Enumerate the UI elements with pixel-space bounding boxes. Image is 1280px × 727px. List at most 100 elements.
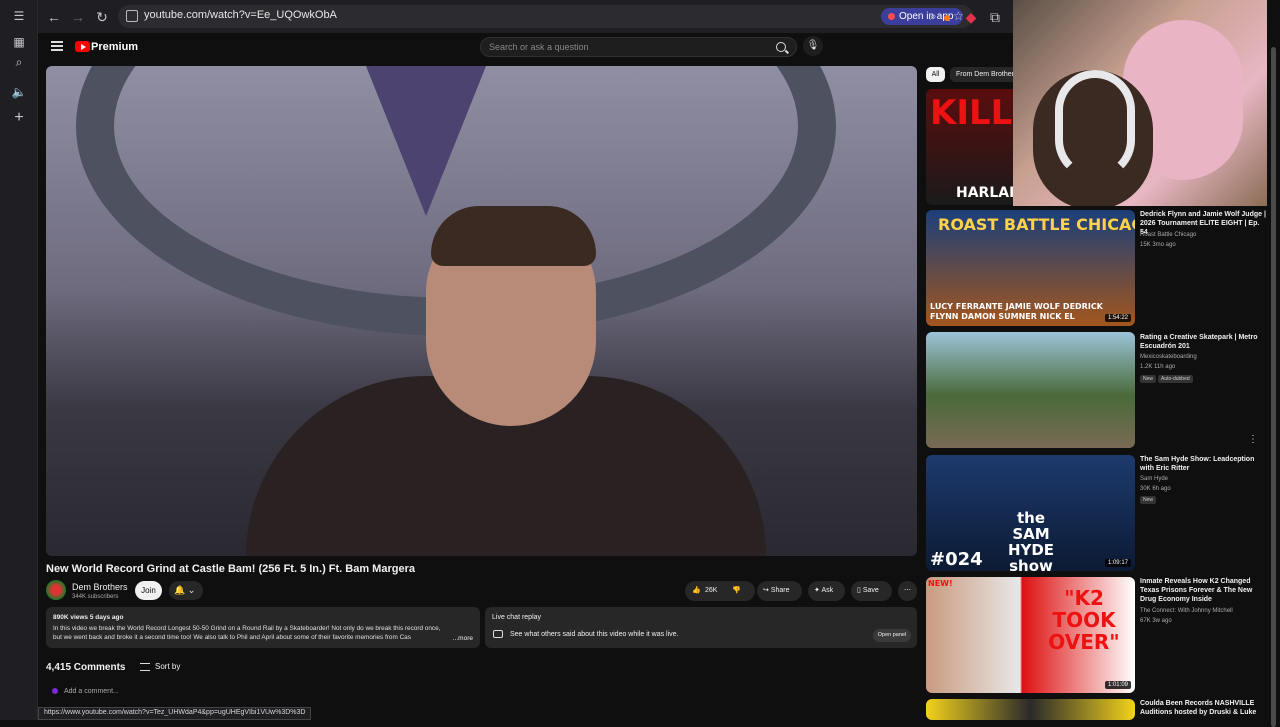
browser-side-rail: ☰ ▦ ⌕ 🔈 + <box>0 0 38 720</box>
dislike-icon[interactable]: 👎 <box>732 581 741 601</box>
sort-icon[interactable] <box>140 663 150 671</box>
thumb-text: KILL <box>930 93 1013 133</box>
premium-logo-text[interactable]: Premium <box>91 41 138 53</box>
background-v-logo <box>366 66 486 216</box>
forward-icon[interactable]: → <box>69 8 87 26</box>
browser-toolbar: ← → ↻ youtube.com/watch?v=Ee_UQOwkObA Op… <box>38 0 1013 33</box>
tab-grid-icon[interactable]: ▦ <box>9 32 29 52</box>
new-badge: New <box>1140 496 1157 504</box>
duration-badge: 1:54:22 <box>1104 314 1131 322</box>
rec-thumbnail[interactable]: "K2 TOOK OVER" NEW! 1:01:09 <box>926 577 1135 693</box>
more-options-icon[interactable]: ⋮ <box>1248 434 1258 445</box>
mic-icon[interactable]: 🎙 <box>803 36 823 56</box>
youtube-header: Premium Search or ask a question 🎙 <box>38 33 1013 63</box>
chip-from-channel[interactable]: From Dem Brothers <box>950 67 1018 82</box>
views-and-date: 890K views 5 days ago <box>53 614 124 621</box>
rec-title[interactable]: Coulda Been Records NASHVILLE Auditions … <box>1140 699 1268 717</box>
thumb-subtext: HARLAN <box>956 185 1021 201</box>
rec-thumbnail[interactable]: ROAST BATTLE CHICAGO LUCY FERRANTE JAMIE… <box>926 210 1135 326</box>
thumb-subtext: NEW! <box>928 579 953 588</box>
menu-icon[interactable] <box>51 41 63 51</box>
save-button[interactable]: ▯ Save <box>851 581 892 601</box>
save-label: Save <box>862 587 879 594</box>
bell-icon: 🔔 <box>174 585 186 595</box>
rec-thumbnail[interactable]: #024 the SAM HYDE show 1:09:17 <box>926 455 1135 571</box>
rec-channel[interactable]: Sam Hyde <box>1140 476 1168 482</box>
rec-stats: 30K 6h ago <box>1140 486 1171 492</box>
rec-thumbnail[interactable] <box>926 332 1135 448</box>
video-player[interactable] <box>46 66 917 556</box>
sparkle-icon: ✦ <box>814 587 820 594</box>
live-chat-replay-box: Live chat replay See what others said ab… <box>485 607 917 648</box>
extension-shield-icon[interactable]: ◆ <box>962 8 980 26</box>
rec-channel[interactable]: The Connect: With Johnny Mitchell <box>1140 608 1233 614</box>
chip-all[interactable]: All <box>926 67 945 82</box>
extensions-puzzle-icon[interactable]: ⧉ <box>986 8 1004 26</box>
description-more-link[interactable]: ...more <box>453 635 473 642</box>
like-count[interactable]: 26K <box>705 581 717 601</box>
thumb-text: ROAST BATTLE CHICAGO <box>938 215 1135 234</box>
rec-channel[interactable]: Roast Battle Chicago <box>1140 232 1196 238</box>
search-input[interactable]: Search or ask a question <box>480 37 797 57</box>
channel-name[interactable]: Dem Brothers <box>72 582 128 592</box>
site-settings-icon[interactable] <box>126 10 138 22</box>
sort-by-button[interactable]: Sort by <box>155 662 180 671</box>
channel-avatar[interactable] <box>46 580 66 600</box>
webcam-overlay <box>1013 0 1267 206</box>
back-icon[interactable]: ← <box>45 8 63 26</box>
more-actions-icon[interactable]: ⋯ <box>898 581 917 601</box>
extension-fox-icon[interactable]: ● <box>938 8 956 26</box>
share-button[interactable]: ↪ Share <box>757 581 802 601</box>
notification-bell-button[interactable]: 🔔 ⌄ <box>169 581 203 600</box>
new-tab-icon[interactable]: + <box>9 108 29 128</box>
add-comment-input[interactable]: Add a comment... <box>64 688 119 695</box>
thumb-subtext: the SAM HYDE show <box>1007 509 1055 571</box>
scrollbar-thumb[interactable] <box>1271 47 1276 727</box>
bookmark-icon: ▯ <box>857 587 861 594</box>
user-avatar <box>52 688 58 694</box>
speaker-icon[interactable]: 🔈 <box>9 82 29 102</box>
presenter-hair <box>431 206 596 266</box>
status-bar-url: https://www.youtube.com/watch?v=Tez_UHWd… <box>38 707 312 720</box>
rec-title[interactable]: The Sam Hyde Show: Leadception with Eric… <box>1140 455 1268 473</box>
page-scrollbar[interactable] <box>1267 33 1280 727</box>
rec-channel[interactable]: Mexicoskateboarding <box>1140 354 1197 360</box>
description-box[interactable]: 890K views 5 days ago In this video we b… <box>46 607 480 648</box>
youtube-logo-icon[interactable] <box>75 41 90 52</box>
tab-search-icon[interactable]: ⌕ <box>9 52 29 72</box>
auto-dubbed-badge: Auto-dubbed <box>1158 375 1193 383</box>
open-panel-button[interactable]: Open panel <box>873 629 911 642</box>
join-button[interactable]: Join <box>135 581 162 600</box>
webcam-headphones <box>1055 70 1135 180</box>
duration-badge: 1:01:09 <box>1104 681 1131 689</box>
reload-icon[interactable]: ↻ <box>93 8 111 26</box>
duration-badge: 1:09:17 <box>1104 559 1131 567</box>
like-icon[interactable]: 👍 <box>692 581 701 601</box>
description-text: In this video we break the World Record … <box>53 625 441 641</box>
video-title: New World Record Grind at Castle Bam! (2… <box>46 563 415 575</box>
rec-title[interactable]: Rating a Creative Skatepark | Metro Escu… <box>1140 333 1268 351</box>
live-chat-title: Live chat replay <box>492 614 542 621</box>
share-label: Share <box>770 587 790 594</box>
chevron-down-icon: ⌄ <box>187 585 196 595</box>
chat-icon <box>493 630 503 638</box>
ask-button[interactable]: ✦ Ask <box>808 581 845 601</box>
rec-stats: 1.2K 11h ago <box>1140 364 1176 370</box>
rec-title[interactable]: Inmate Reveals How K2 Changed Texas Pris… <box>1140 577 1268 604</box>
thumb-text: "K2 TOOK OVER" <box>1048 586 1120 654</box>
zoom-icon[interactable]: ⌕ <box>930 9 937 24</box>
like-dislike-group: 👍 26K 👎 <box>685 581 755 601</box>
search-placeholder: Search or ask a question <box>489 42 589 52</box>
subscriber-count: 344K subscribers <box>72 594 119 600</box>
sidebar-toggle-icon[interactable]: ☰ <box>9 6 29 26</box>
search-icon[interactable] <box>776 42 786 52</box>
ask-label: Ask <box>821 587 834 594</box>
comments-count: 4,415 Comments <box>46 662 126 673</box>
address-bar[interactable]: youtube.com/watch?v=Ee_UQOwkObA Open in … <box>118 5 973 28</box>
thumb-text: #024 <box>930 549 983 570</box>
rec-thumbnail[interactable] <box>926 699 1135 720</box>
live-chat-subtitle: See what others said about this video wh… <box>510 631 679 638</box>
rec-stats: 67K 3w ago <box>1140 618 1172 624</box>
url-text[interactable]: youtube.com/watch?v=Ee_UQOwkObA <box>144 9 337 21</box>
new-badge: New <box>1140 375 1157 383</box>
